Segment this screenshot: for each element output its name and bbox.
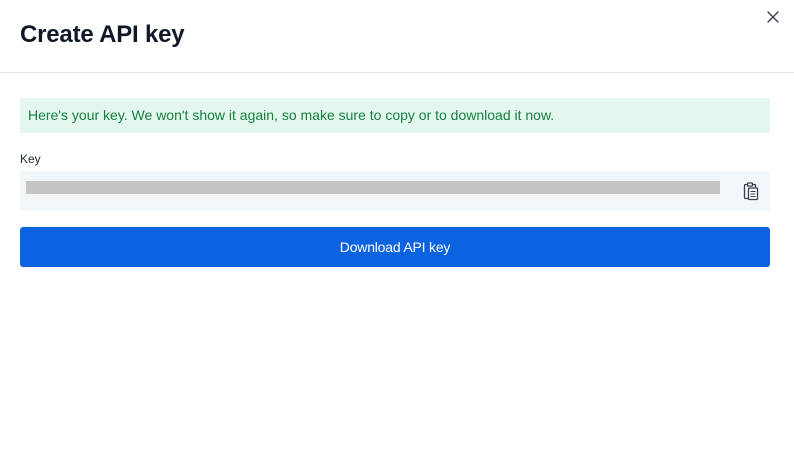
clipboard-icon [743,182,759,201]
dialog-header: Create API key [0,0,794,73]
key-label: Key [20,152,41,166]
close-icon [767,11,779,23]
create-api-key-dialog: Create API key Here's your key. We won't… [0,0,794,451]
dialog-title: Create API key [20,21,185,48]
close-button[interactable] [764,8,782,26]
api-key-field[interactable] [20,171,770,211]
copy-key-button[interactable] [740,180,762,202]
key-notice: Here's your key. We won't show it again,… [20,98,770,133]
masked-api-key[interactable] [26,181,720,194]
download-api-key-button[interactable]: Download API key [20,227,770,267]
